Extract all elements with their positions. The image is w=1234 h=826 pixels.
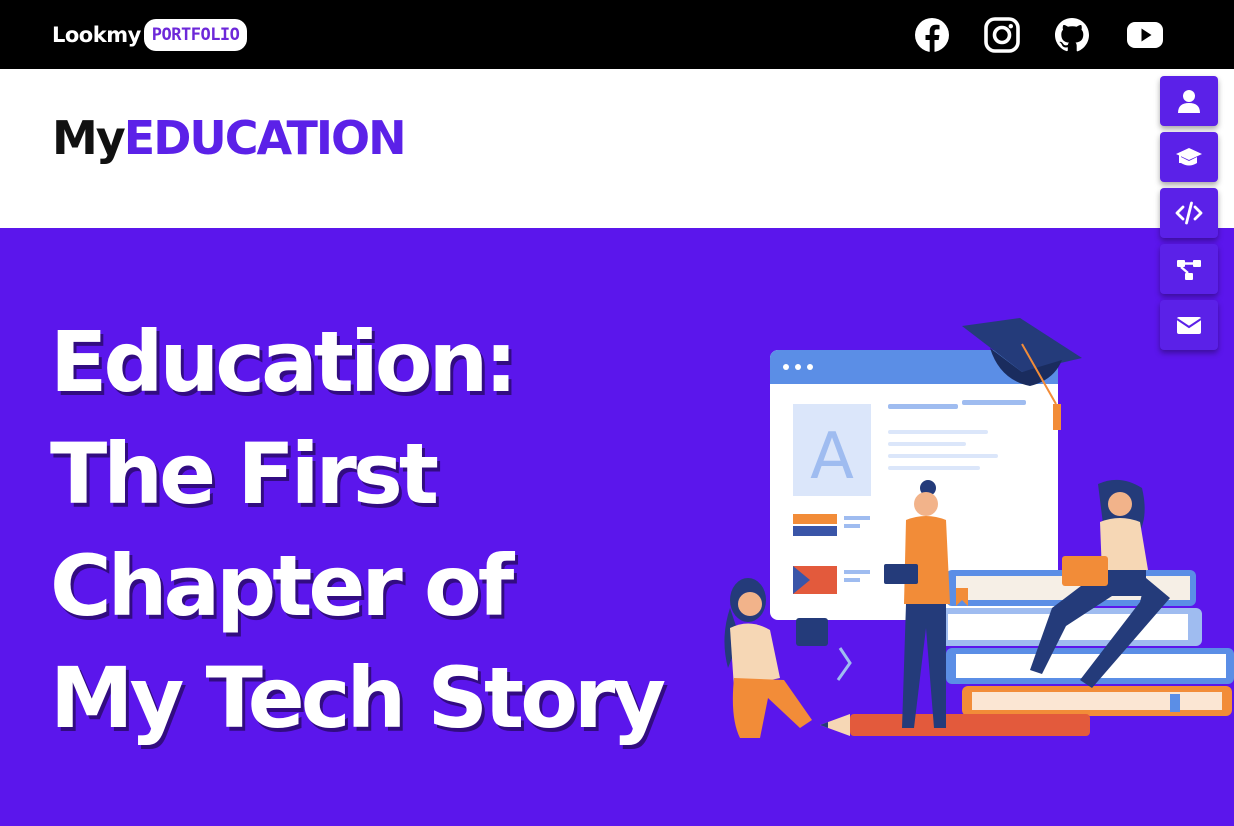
pencil-graphic — [820, 714, 1090, 736]
user-icon — [1175, 87, 1203, 115]
instagram-icon[interactable] — [984, 17, 1020, 53]
envelope-icon — [1175, 311, 1203, 339]
code-icon — [1175, 199, 1203, 227]
facebook-icon[interactable] — [914, 17, 950, 53]
top-bar: Lookmy PORTFOLIO — [0, 0, 1234, 69]
hero-title-line: Education: — [50, 313, 518, 411]
hero-title-line: The First — [50, 425, 439, 523]
youtube-icon[interactable] — [1127, 17, 1163, 53]
education-illustration: A — [724, 318, 1234, 738]
github-icon[interactable] — [1054, 17, 1090, 53]
nav-contact-button[interactable] — [1160, 300, 1218, 350]
social-links — [0, 17, 1234, 53]
hero-title-line: My Tech Story — [50, 649, 666, 747]
illustration-letter: A — [810, 420, 854, 494]
nav-education-button[interactable] — [1160, 132, 1218, 182]
hero-title-line: Chapter of — [50, 537, 514, 635]
nav-about-button[interactable] — [1160, 76, 1218, 126]
page-title-prefix: My — [52, 111, 126, 165]
page-title-main: EDUCATION — [123, 111, 407, 165]
nav-projects-button[interactable] — [1160, 244, 1218, 294]
hero-title: Education: The First Chapter of My Tech … — [50, 306, 730, 754]
project-diagram-icon — [1175, 255, 1203, 283]
nav-skills-button[interactable] — [1160, 188, 1218, 238]
page-title: MyEDUCATION — [52, 110, 407, 166]
hero-banner: Education: The First Chapter of My Tech … — [0, 228, 1234, 826]
graduation-cap-icon — [1175, 143, 1203, 171]
